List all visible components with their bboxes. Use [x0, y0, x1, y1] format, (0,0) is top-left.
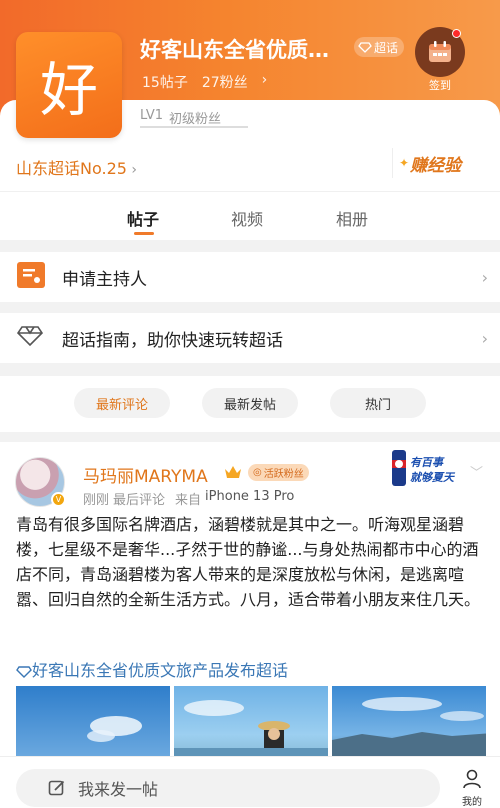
guide-label: 超话指南，助你快速玩转超话 — [62, 330, 283, 351]
divider — [0, 191, 500, 192]
topic-logo[interactable]: 好 — [16, 32, 122, 138]
level-name: 初级粉丝 — [168, 112, 221, 127]
verified-badge-icon: V — [51, 492, 66, 507]
beach-person-image — [174, 700, 328, 756]
svg-text:就够夏天: 就够夏天 — [410, 471, 456, 484]
guide-row[interactable]: 超话指南，助你快速玩转超话 › — [0, 313, 500, 363]
level-progress-track — [140, 126, 248, 128]
sort-filter-bar: 最新评论 最新发帖 热门 — [0, 376, 500, 432]
tab-bar: 帖子 视频 相册 — [0, 200, 500, 240]
pepsi-can-icon: 有百事 就够夏天 — [392, 450, 456, 486]
level-tag: LV1 — [140, 108, 163, 123]
post-body: 青岛有很多国际名牌酒店，涵碧楼就是其中之一。听海观星涵碧楼，七星级不是奢华...… — [16, 515, 481, 609]
cloud-sky-image — [87, 716, 142, 742]
topic-stats[interactable]: 15帖子 27粉丝 › — [142, 72, 267, 92]
svg-text:有百事: 有百事 — [410, 456, 445, 469]
earn-experience-button[interactable]: ✦ 赚经验 — [392, 148, 467, 178]
source-prefix: 来自 — [175, 493, 202, 508]
earn-label: 赚经验 — [410, 155, 462, 176]
rank-link[interactable]: 山东超话No.25 › — [16, 155, 137, 179]
post-photo[interactable] — [16, 686, 170, 756]
filter-hot[interactable]: 热门 — [330, 388, 426, 418]
post-count: 15帖子 — [142, 75, 188, 91]
filter-latest-comments[interactable]: 最新评论 — [74, 388, 170, 418]
tab-albums[interactable]: 相册 — [336, 206, 368, 230]
post-time: 刚刚 — [83, 493, 110, 508]
chevron-right-icon: › — [261, 72, 268, 88]
fan-level[interactable]: LV1 初级粉丝 — [140, 108, 221, 127]
logo-char: 好 — [39, 56, 98, 124]
topic-link[interactable]: 好客山东全省优质文旅产品发布超话 — [16, 657, 288, 681]
post-activity: 最后评论 — [113, 493, 166, 508]
chevron-right-icon: › — [481, 328, 488, 348]
apply-host-label: 申请主持人 — [62, 269, 147, 290]
diamond-icon — [16, 665, 32, 678]
calendar-icon — [429, 41, 451, 62]
fan-badge-icon: ◎ — [253, 467, 262, 478]
profile-button[interactable]: 我的 — [454, 769, 490, 808]
filter-latest-posts[interactable]: 最新发帖 — [202, 388, 298, 418]
super-topic-page: 好 好客山东全省优质… 超话 15帖子 27粉丝 › 签到 LV1 初级粉丝 山… — [0, 0, 500, 808]
person-icon — [463, 769, 481, 789]
compose-post-button[interactable]: 我来发一帖 — [16, 769, 440, 807]
chaohua-badge-label: 超话 — [374, 40, 399, 55]
bottom-bar: 我来发一帖 我的 — [0, 756, 500, 808]
post-device: iPhone 13 Pro — [205, 489, 295, 504]
notification-dot — [452, 29, 461, 38]
apply-host-row[interactable]: 申请主持人 › — [0, 252, 500, 302]
chevron-right-icon: › — [126, 162, 137, 178]
tab-posts[interactable]: 帖子 — [127, 206, 159, 230]
chevron-right-icon: › — [481, 267, 488, 287]
compose-label: 我来发一帖 — [78, 780, 159, 799]
active-tab-indicator — [134, 232, 154, 235]
topic-label: 好客山东全省优质文旅产品发布超话 — [32, 661, 289, 680]
sparkle-icon: ✦ — [399, 156, 410, 170]
crown-icon — [224, 464, 242, 483]
fan-badge-label: 活跃粉丝 — [263, 469, 304, 480]
tab-videos[interactable]: 视频 — [231, 206, 263, 230]
post-photos — [16, 686, 486, 756]
profile-label: 我的 — [462, 797, 482, 808]
coastline-image — [332, 697, 486, 756]
topic-title[interactable]: 好客山东全省优质… — [140, 34, 329, 64]
diamond-icon — [16, 325, 44, 351]
post-photo[interactable] — [332, 686, 486, 756]
fan-count: 27粉丝 — [201, 75, 248, 91]
signin-label: 签到 — [429, 79, 451, 92]
post-meta: 刚刚 最后评论 来自 iPhone 13 Pro — [83, 489, 294, 508]
rank-label: 山东超话No.25 — [16, 159, 127, 178]
diamond-icon — [358, 41, 372, 53]
edit-icon — [48, 780, 65, 796]
post-photo[interactable] — [174, 686, 328, 756]
chaohua-badge: 超话 — [354, 37, 405, 57]
active-fan-badge: ◎ 活跃粉丝 — [248, 464, 309, 481]
pepsi-ad-badge[interactable]: 有百事 就够夏天 — [386, 446, 466, 490]
post-author[interactable]: 马玛丽MARYMA — [83, 462, 208, 487]
chevron-down-icon[interactable]: ﹀ — [470, 462, 483, 481]
apply-form-icon — [16, 261, 46, 293]
